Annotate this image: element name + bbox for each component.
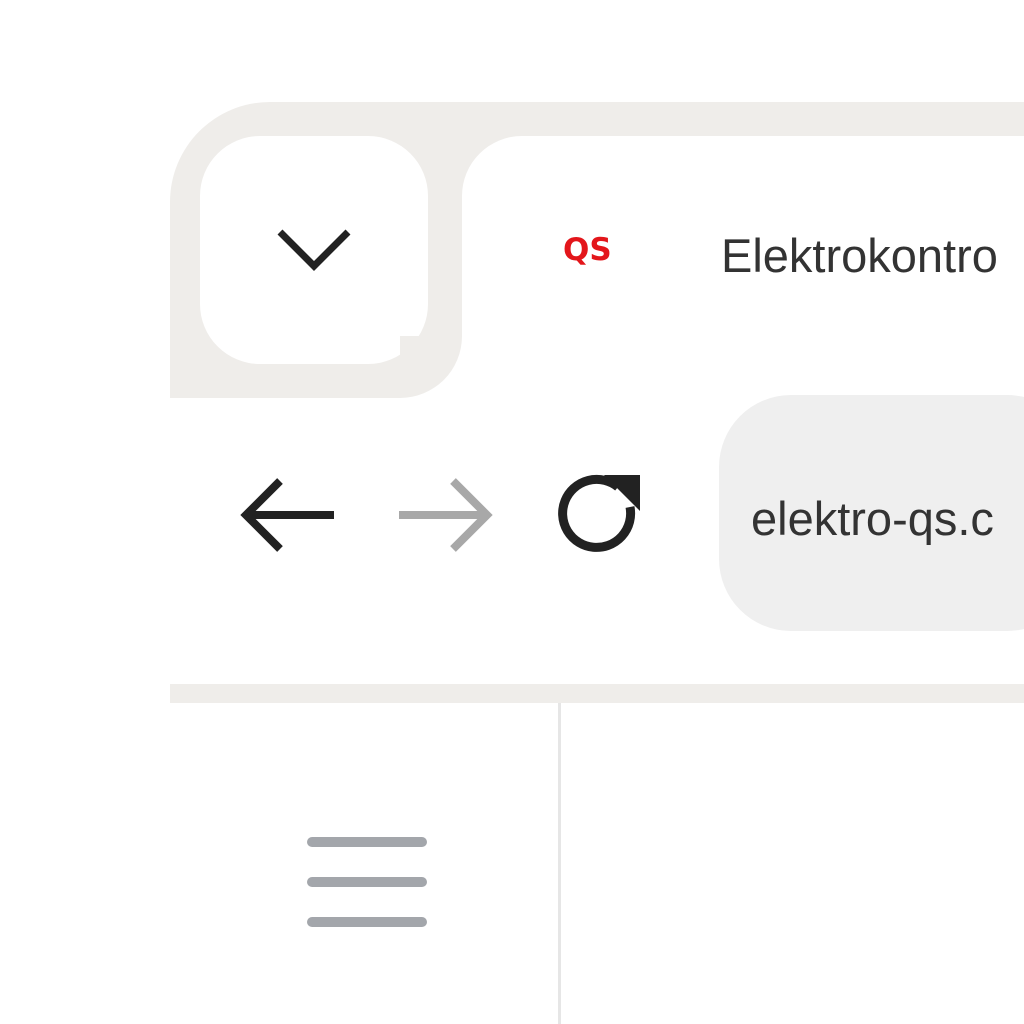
tab-search-button[interactable] bbox=[200, 136, 428, 364]
arrow-left-icon bbox=[240, 478, 334, 552]
chevron-down-icon bbox=[277, 229, 351, 271]
browser-window: QS Elektrokontro bbox=[0, 0, 1024, 1024]
tab-favicon: QS bbox=[563, 232, 612, 268]
tab-title: Elektrokontro bbox=[721, 229, 998, 282]
arrow-right-icon bbox=[399, 478, 493, 552]
back-button[interactable] bbox=[238, 465, 338, 565]
menu-button[interactable] bbox=[300, 828, 434, 936]
tab-corner bbox=[400, 336, 462, 398]
address-input[interactable] bbox=[751, 488, 1024, 548]
reload-button[interactable] bbox=[548, 465, 648, 565]
forward-button[interactable] bbox=[395, 465, 495, 565]
toolbar-divider bbox=[170, 684, 1024, 703]
panel-divider[interactable] bbox=[558, 703, 561, 1024]
reload-icon bbox=[558, 474, 640, 552]
hamburger-menu-icon bbox=[307, 837, 427, 927]
